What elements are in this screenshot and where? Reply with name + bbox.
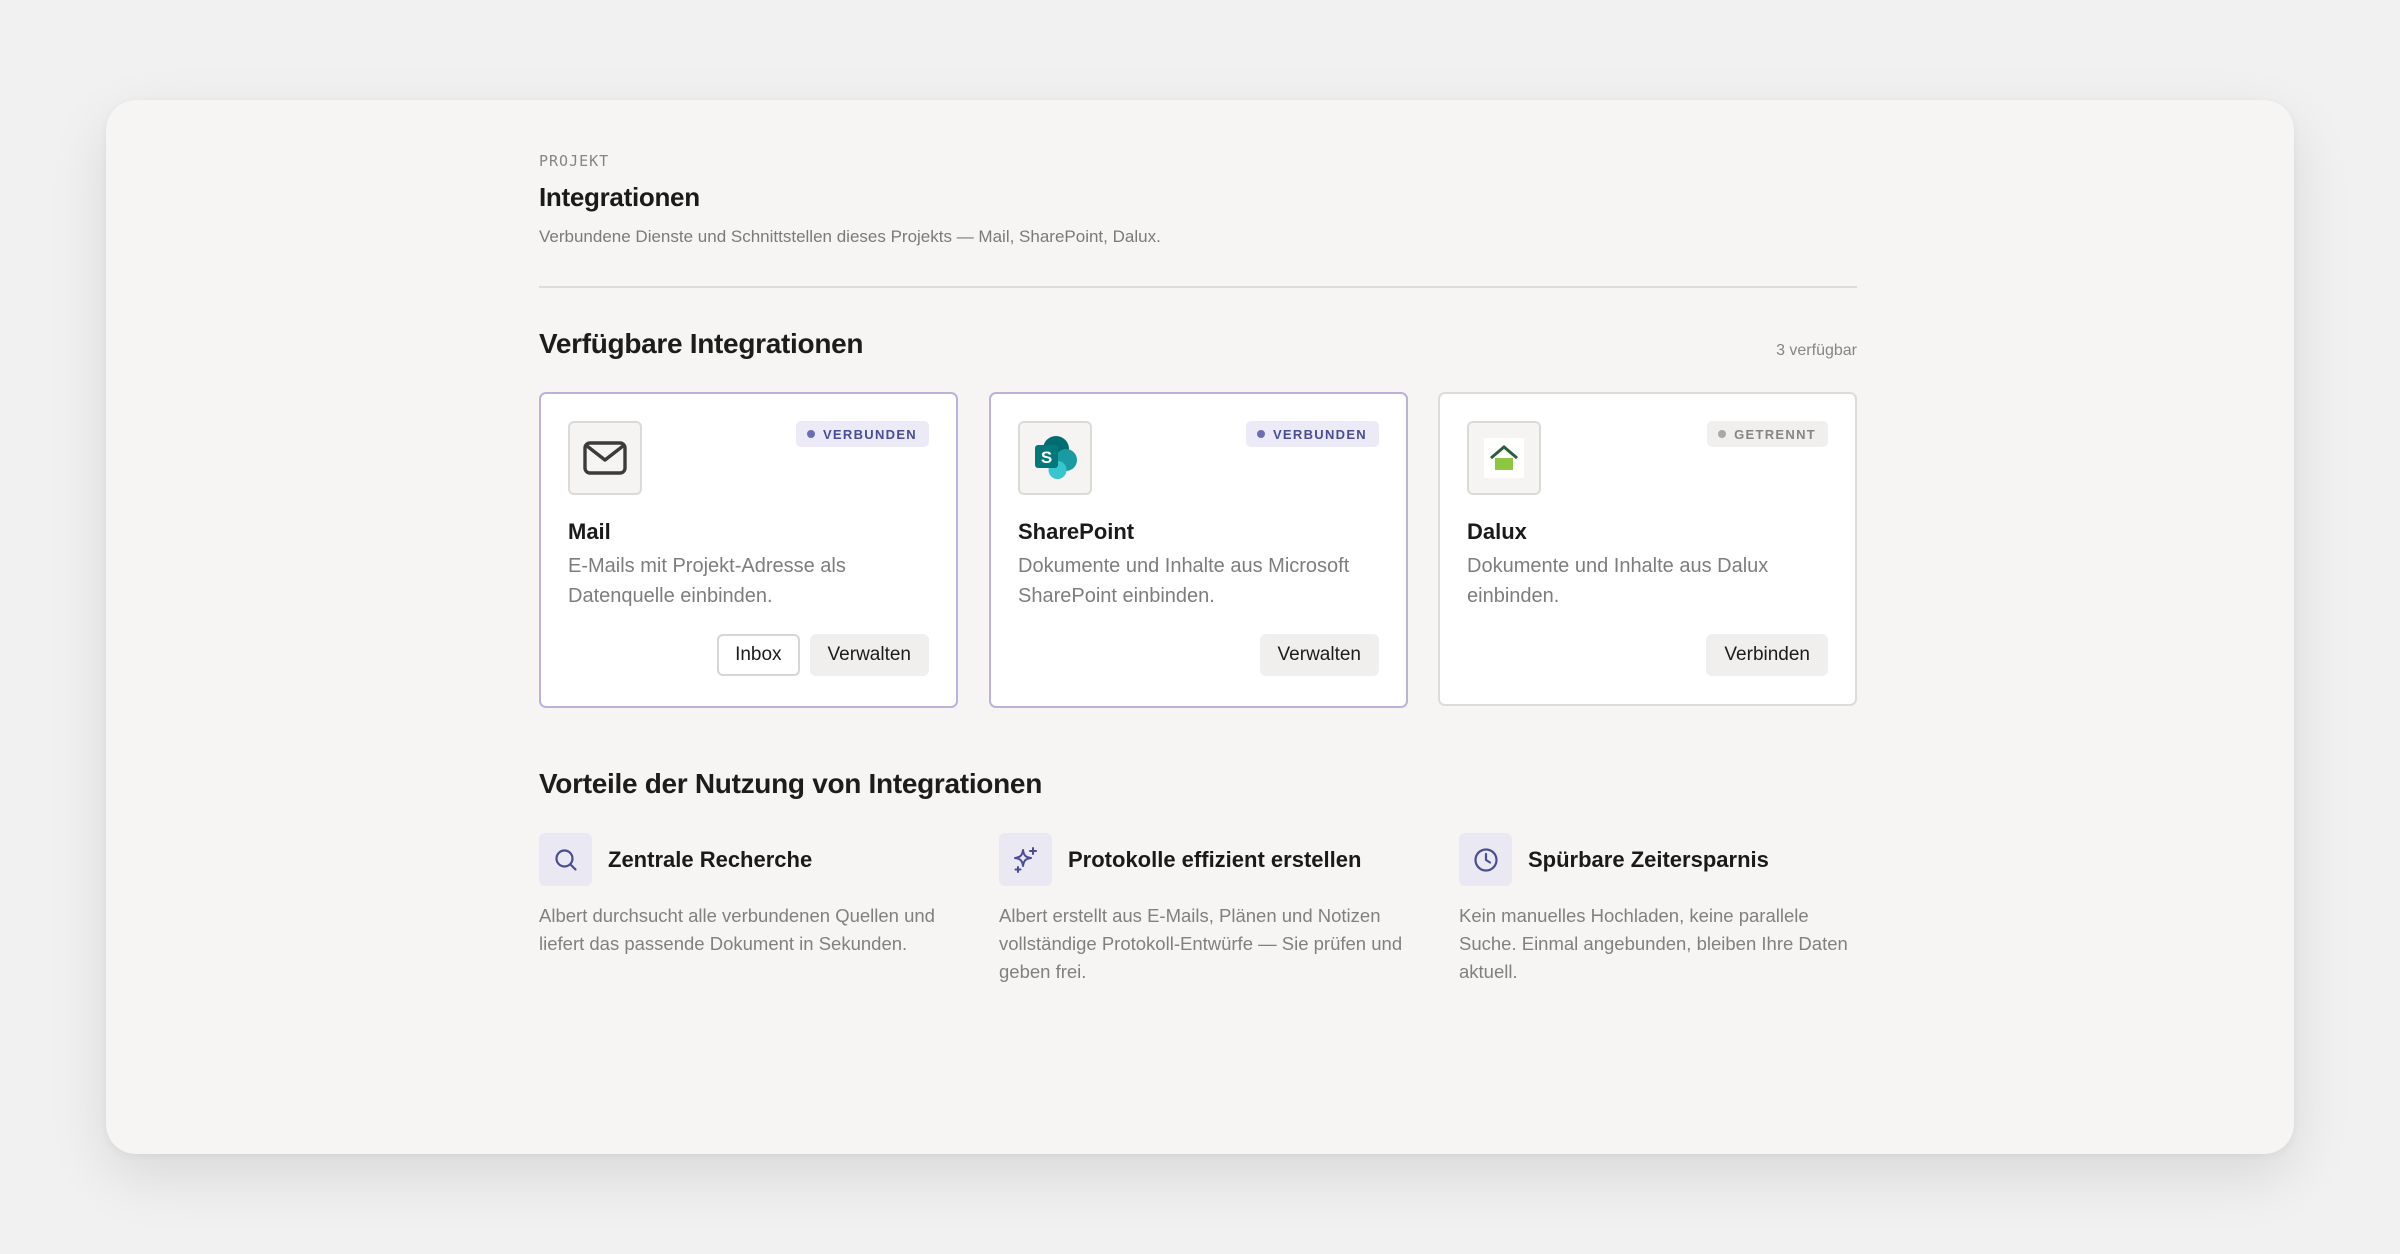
status-badge: GETRENNT [1707,421,1828,447]
status-label: GETRENNT [1734,426,1816,442]
benefit-title: Zentrale Recherche [608,847,813,872]
integration-card-mail: VERBUNDEN Mail E-Mails mit Projekt-Adres… [539,392,958,708]
status-label: VERBUNDEN [1272,426,1367,442]
sparkle-icon [1013,846,1037,873]
card-actions: Inbox Verwalten [717,634,929,676]
benefit-icon-box [1459,833,1512,886]
benefit-icon-box [999,833,1052,886]
page-eyebrow: PROJEKT [539,152,610,170]
status-label: VERBUNDEN [822,426,917,442]
status-badge: VERBUNDEN [795,421,929,447]
benefit-description: Albert erstellt aus E-Mails, Plänen und … [999,905,1403,982]
search-icon [554,848,577,871]
dalux-logo [1484,438,1524,478]
integration-card-dalux: GETRENNT Dalux Dokumente und Inhalte aus… [1438,392,1857,706]
status-dot [806,430,815,438]
integration-cards: VERBUNDEN Mail E-Mails mit Projekt-Adres… [539,392,1857,708]
card-title: Dalux [1467,519,1527,544]
mail-logo-box [568,421,642,495]
benefit-title: Protokolle effizient erstellen [1068,847,1362,872]
manage-sharepoint-button[interactable]: Verwalten [1259,634,1379,676]
connect-dalux-button[interactable]: Verbinden [1706,634,1828,676]
inbox-button[interactable]: Inbox [717,634,800,676]
benefit-description: Albert durchsucht alle verbundenen Quell… [539,905,935,954]
card-title: SharePoint [1018,519,1135,544]
benefit-title: Spürbare Zeitersparnis [1528,847,1769,872]
page-title: Integrationen [539,182,700,212]
dalux-logo-box [1467,421,1541,495]
card-actions: Verbinden [1706,634,1828,676]
manage-mail-button[interactable]: Verwalten [809,634,929,676]
available-count: 3 verfügbar [1776,342,1857,359]
benefit-icon-box [539,833,592,886]
sharepoint-logo: S [1035,436,1077,479]
mail-icon [583,441,627,475]
benefit-description: Kein manuelles Hochladen, keine parallel… [1459,905,1848,982]
page-subtitle: Verbundene Dienste und Schnittstellen di… [539,227,1161,246]
status-dot [1256,430,1265,438]
header-divider [539,286,1857,288]
card-title: Mail [568,519,611,544]
clock-icon [1473,847,1498,872]
status-badge: VERBUNDEN [1245,421,1379,447]
sharepoint-logo-box: S [1018,421,1092,495]
status-dot [1718,430,1727,438]
card-description: E-Mails mit Projekt-Adresse als Datenque… [568,555,846,607]
integration-card-sharepoint: S VERBUNDEN SharePoint Dokumente und Inh… [989,392,1408,708]
app-window: PROJEKT Integrationen Verbundene Dienste… [106,100,2294,1154]
card-description: Dokumente und Inhalte aus Dalux einbinde… [1467,555,1769,607]
available-integrations-heading: Verfügbare Integrationen [539,328,864,359]
benefits-heading: Vorteile der Nutzung von Integrationen [539,768,1042,799]
card-description: Dokumente und Inhalte aus Microsoft Shar… [1018,555,1350,607]
card-actions: Verwalten [1259,634,1379,676]
svg-text:S: S [1041,448,1052,467]
